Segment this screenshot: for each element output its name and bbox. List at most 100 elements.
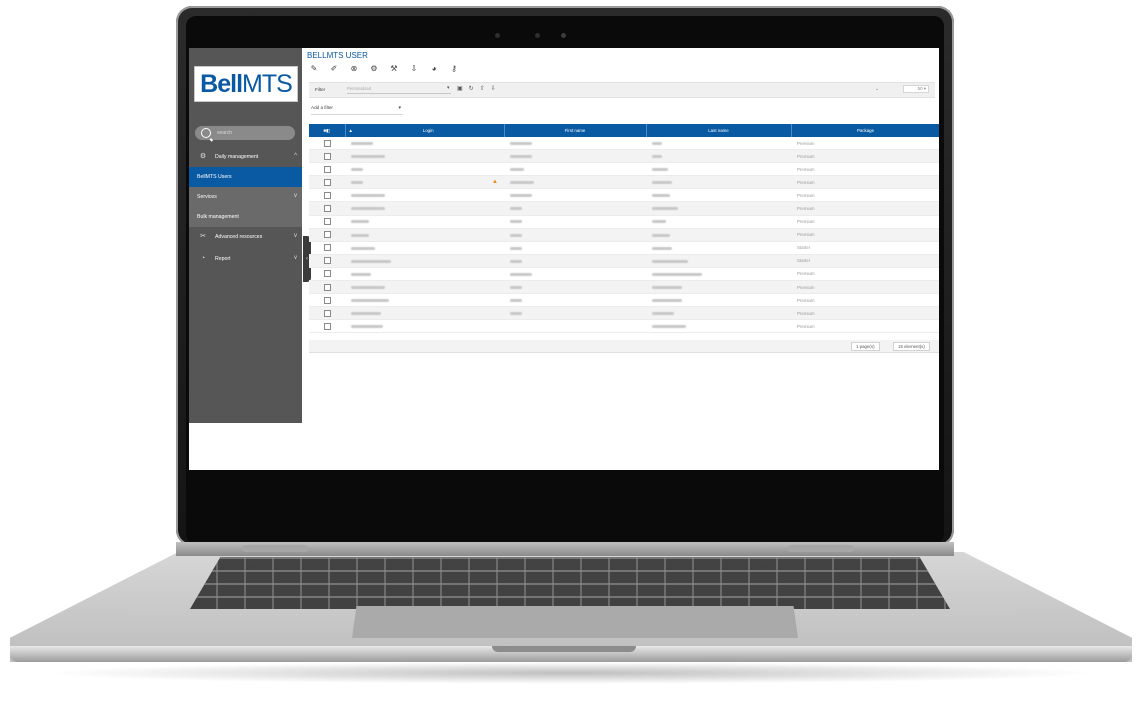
settings-icon[interactable]: ⚙: [369, 64, 379, 74]
redacted-first-name: [510, 194, 532, 198]
table-row[interactable]: Premium: [309, 280, 939, 295]
row-select-cell[interactable]: [309, 241, 345, 255]
row-checkbox[interactable]: [323, 191, 331, 199]
table-row[interactable]: Premium: [309, 188, 939, 203]
table-row[interactable]: Starter: [309, 254, 939, 268]
row-checkbox[interactable]: [323, 139, 331, 147]
redacted-first-name: [510, 181, 534, 185]
table-row[interactable]: Premium: [309, 162, 939, 177]
table-row[interactable]: Starter: [309, 241, 939, 255]
redacted-first-name: [510, 207, 522, 211]
row-select-cell[interactable]: [309, 306, 345, 321]
sidebar-item-services[interactable]: Services v: [189, 187, 302, 207]
table-row[interactable]: Premium: [309, 306, 939, 321]
row-select-cell[interactable]: [309, 149, 345, 164]
table-row[interactable]: ▲ Premium: [309, 175, 939, 190]
row-select-cell[interactable]: [309, 293, 345, 308]
login-cell: [345, 280, 504, 295]
table-row[interactable]: Premium: [309, 319, 939, 334]
row-checkbox[interactable]: [323, 165, 331, 173]
column-header-login[interactable]: ▲ Login: [345, 124, 505, 137]
row-select-cell[interactable]: [309, 215, 345, 229]
package-cell: Premium: [791, 228, 939, 242]
package-cell: Premium: [791, 137, 939, 151]
row-select-cell[interactable]: [309, 280, 345, 295]
package-cell: Premium: [791, 162, 939, 177]
redacted-login: [351, 312, 381, 316]
package-value: Premium: [797, 192, 815, 198]
row-checkbox[interactable]: [323, 296, 331, 304]
column-header-first-name[interactable]: First name: [504, 124, 647, 137]
first-name-cell: [504, 319, 646, 334]
key-icon[interactable]: ⚷: [449, 64, 459, 74]
row-checkbox[interactable]: [323, 152, 331, 160]
row-checkbox[interactable]: [323, 218, 331, 226]
table-row[interactable]: Premium: [309, 201, 939, 216]
sidebar-item-daily-management[interactable]: ⚙ Daily management ^: [189, 147, 302, 167]
row-checkbox[interactable]: [323, 309, 331, 317]
row-select-cell[interactable]: [309, 254, 345, 268]
row-select-cell[interactable]: [309, 188, 345, 203]
export-icon[interactable]: ⇩: [409, 64, 419, 74]
sidebar-item-advanced-resources[interactable]: ✂ Advanced resources v: [189, 227, 302, 247]
table-row[interactable]: Premium: [309, 267, 939, 282]
reload-icon[interactable]: ↻: [469, 85, 474, 92]
table-row[interactable]: Premium: [309, 137, 939, 151]
sidebar-item-label: Report: [215, 256, 231, 262]
column-chooser-dropdown[interactable]: ⌄: [875, 86, 879, 92]
row-checkbox[interactable]: [323, 244, 331, 252]
row-checkbox[interactable]: [323, 322, 331, 330]
login-cell: [345, 267, 504, 282]
chevron-down-icon: v: [294, 233, 297, 239]
column-header-last-name[interactable]: Last name: [646, 124, 792, 137]
row-select-cell[interactable]: [309, 228, 345, 242]
login-cell: [345, 254, 504, 268]
row-checkbox[interactable]: [323, 205, 331, 213]
chevron-down-icon[interactable]: ▾: [447, 85, 450, 91]
package-value: Premium: [797, 310, 815, 316]
table-row[interactable]: Premium: [309, 215, 939, 229]
add-filter-select[interactable]: Add a filter ▾: [311, 105, 403, 115]
search-placeholder: search: [217, 130, 233, 136]
row-checkbox[interactable]: [323, 283, 331, 291]
redacted-first-name: [510, 312, 522, 316]
sidebar-item-label: Bulk management: [197, 214, 239, 220]
redacted-last-name: [652, 141, 662, 145]
last-name-cell: [646, 137, 791, 151]
redacted-login: [351, 154, 385, 158]
sidebar-item-bulk-management[interactable]: Bulk management: [189, 207, 302, 227]
magic-wand-icon[interactable]: ✎: [309, 64, 319, 74]
row-checkbox[interactable]: [323, 178, 331, 186]
delete-icon[interactable]: ⊗: [349, 64, 359, 74]
table-row[interactable]: Premium: [309, 293, 939, 308]
column-header-package[interactable]: Package: [791, 124, 939, 137]
package-value: Premium: [797, 140, 815, 146]
table-row[interactable]: Premium: [309, 149, 939, 164]
sidebar-item-report[interactable]: ◔ Report v: [189, 249, 302, 269]
row-checkbox[interactable]: [323, 270, 331, 278]
column-label: First name: [564, 128, 586, 133]
tools-icon[interactable]: ⚒: [389, 64, 399, 74]
chevron-down-icon: v: [294, 193, 297, 199]
export-icon[interactable]: ⇩: [491, 85, 496, 92]
edit-icon[interactable]: ✐: [329, 64, 339, 74]
sidebar-item-bellmts-users[interactable]: BellMTS Users: [189, 167, 302, 187]
row-checkbox[interactable]: [323, 231, 331, 239]
filter-label: Filter: [315, 87, 326, 92]
login-cell: [345, 241, 504, 255]
row-select-cell[interactable]: [309, 267, 345, 282]
page-size-select[interactable]: 50 ▾: [903, 85, 929, 93]
row-select-cell[interactable]: [309, 319, 345, 334]
search-input[interactable]: search: [195, 126, 295, 140]
row-select-cell[interactable]: [309, 137, 345, 151]
import-icon[interactable]: ⇧: [480, 85, 485, 92]
table-row[interactable]: Premium: [309, 228, 939, 242]
row-select-cell[interactable]: [309, 201, 345, 216]
row-select-cell[interactable]: [309, 162, 345, 177]
select-all-header[interactable]: ■◧: [309, 124, 346, 137]
row-select-cell[interactable]: [309, 175, 345, 190]
row-checkbox[interactable]: [323, 257, 331, 265]
stats-icon[interactable]: ◕: [429, 64, 439, 74]
save-icon[interactable]: ▣: [457, 85, 463, 92]
filter-select[interactable]: Personalized: [347, 86, 451, 94]
